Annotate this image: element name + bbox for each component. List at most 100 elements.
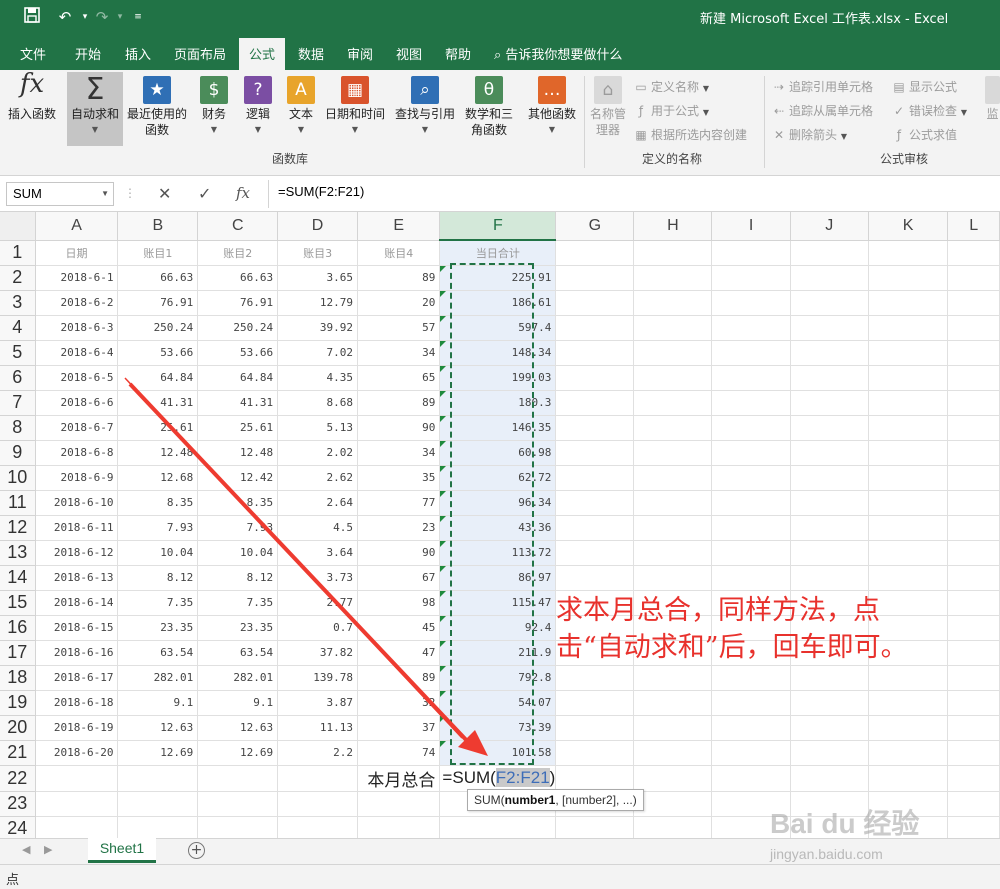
header-cell[interactable]: 账目2 — [197, 240, 279, 266]
table-cell[interactable]: 23.35 — [117, 615, 199, 641]
empty-cell[interactable] — [35, 791, 119, 817]
save-icon[interactable] — [22, 7, 42, 27]
table-cell[interactable]: 9.1 — [197, 690, 279, 716]
row-header[interactable]: 5 — [0, 340, 36, 366]
table-cell[interactable]: 7.35 — [117, 590, 199, 616]
enter-icon[interactable]: ✓ — [198, 184, 211, 203]
empty-cell[interactable] — [868, 540, 949, 566]
table-cell[interactable]: 113.72 — [439, 540, 557, 566]
empty-cell[interactable] — [711, 565, 791, 591]
empty-cell[interactable] — [790, 340, 869, 366]
evaluate-formula-button[interactable]: ƒ 公式求值 — [892, 126, 957, 143]
table-cell[interactable]: 2018-6-17 — [35, 665, 119, 691]
row-header[interactable]: 16 — [0, 615, 36, 641]
table-cell[interactable]: 12.69 — [197, 740, 279, 766]
table-cell[interactable]: 2018-6-16 — [35, 640, 119, 666]
use-in-formula-button[interactable]: ƒ 用于公式 ▼ — [634, 102, 709, 119]
empty-cell[interactable] — [711, 265, 791, 291]
table-cell[interactable]: 66.63 — [197, 265, 279, 291]
financial-button[interactable]: $ 财务 ▼ — [196, 76, 232, 138]
empty-cell[interactable] — [947, 690, 1000, 716]
table-cell[interactable]: 12.48 — [197, 440, 279, 466]
table-cell[interactable]: 86.97 — [439, 565, 557, 591]
empty-cell[interactable] — [711, 240, 791, 266]
row-header[interactable]: 20 — [0, 715, 36, 741]
empty-cell[interactable] — [790, 240, 869, 266]
tab-formulas[interactable]: 公式 — [239, 38, 286, 70]
empty-cell[interactable] — [633, 816, 713, 838]
row-header[interactable]: 1 — [0, 240, 36, 266]
empty-cell[interactable] — [555, 490, 635, 516]
empty-cell[interactable] — [555, 415, 635, 441]
empty-cell[interactable] — [868, 515, 949, 541]
empty-cell[interactable] — [555, 665, 635, 691]
editing-cell[interactable]: =SUM(F2:F21) — [439, 765, 557, 792]
table-cell[interactable]: 2018-6-20 — [35, 740, 119, 766]
empty-cell[interactable] — [197, 816, 279, 838]
empty-cell[interactable] — [633, 490, 713, 516]
empty-cell[interactable] — [633, 440, 713, 466]
empty-cell[interactable] — [947, 765, 1000, 792]
empty-cell[interactable] — [633, 415, 713, 441]
table-cell[interactable]: 10.04 — [197, 540, 279, 566]
table-cell[interactable]: 66.63 — [117, 265, 199, 291]
empty-cell[interactable] — [633, 390, 713, 416]
table-cell[interactable]: 60.98 — [439, 440, 557, 466]
table-cell[interactable]: 23.35 — [197, 615, 279, 641]
empty-cell[interactable] — [947, 365, 1000, 391]
empty-cell[interactable] — [633, 690, 713, 716]
row-header[interactable]: 18 — [0, 665, 36, 691]
table-cell[interactable]: 199.03 — [439, 365, 557, 391]
table-cell[interactable]: 90 — [357, 540, 441, 566]
row-header[interactable]: 11 — [0, 490, 36, 516]
table-cell[interactable]: 76.91 — [117, 290, 199, 316]
table-cell[interactable]: 2018-6-2 — [35, 290, 119, 316]
empty-cell[interactable] — [633, 515, 713, 541]
table-cell[interactable]: 20 — [357, 290, 441, 316]
table-cell[interactable]: 25.61 — [117, 415, 199, 441]
empty-cell[interactable] — [947, 240, 1000, 266]
table-cell[interactable]: 282.01 — [117, 665, 199, 691]
table-cell[interactable]: 35 — [357, 465, 441, 491]
define-name-button[interactable]: ▭ 定义名称 ▼ — [634, 78, 709, 95]
table-cell[interactable]: 45 — [357, 615, 441, 641]
table-cell[interactable]: 101.58 — [439, 740, 557, 766]
empty-cell[interactable] — [868, 440, 949, 466]
text-button[interactable]: A 文本 ▼ — [284, 76, 318, 138]
table-cell[interactable]: 4.35 — [277, 365, 358, 391]
empty-cell[interactable] — [711, 290, 791, 316]
column-header[interactable]: K — [868, 212, 949, 241]
recently-used-button[interactable]: ★ 最近使用的函数 — [124, 76, 190, 138]
table-cell[interactable]: 2018-6-12 — [35, 540, 119, 566]
tab-review[interactable]: 审阅 — [347, 44, 373, 63]
table-cell[interactable]: 146.35 — [439, 415, 557, 441]
empty-cell[interactable] — [868, 415, 949, 441]
empty-cell[interactable] — [947, 590, 1000, 616]
empty-cell[interactable] — [947, 740, 1000, 766]
row-header[interactable]: 15 — [0, 590, 36, 616]
table-cell[interactable]: 65 — [357, 365, 441, 391]
empty-cell[interactable] — [555, 365, 635, 391]
table-cell[interactable]: 8.35 — [197, 490, 279, 516]
formula-input[interactable]: =SUM(F2:F21) — [278, 184, 364, 199]
empty-cell[interactable] — [277, 816, 358, 838]
date-time-button[interactable]: ▦ 日期和时间 ▼ — [322, 76, 388, 138]
table-cell[interactable]: 3.73 — [277, 565, 358, 591]
table-cell[interactable]: 37.82 — [277, 640, 358, 666]
empty-cell[interactable] — [555, 290, 635, 316]
empty-cell[interactable] — [947, 715, 1000, 741]
logical-button[interactable]: ? 逻辑 ▼ — [241, 76, 275, 138]
empty-cell[interactable] — [947, 290, 1000, 316]
table-cell[interactable]: 2018-6-3 — [35, 315, 119, 341]
empty-cell[interactable] — [947, 816, 1000, 838]
table-cell[interactable]: 211.9 — [439, 640, 557, 666]
row-header[interactable]: 10 — [0, 465, 36, 491]
empty-cell[interactable] — [947, 390, 1000, 416]
table-cell[interactable]: 186.61 — [439, 290, 557, 316]
table-cell[interactable]: 12.63 — [117, 715, 199, 741]
empty-cell[interactable] — [633, 290, 713, 316]
table-cell[interactable]: 53.66 — [117, 340, 199, 366]
sheet-tab-sheet1[interactable]: Sheet1 — [88, 838, 156, 863]
show-formulas-button[interactable]: ▤ 显示公式 — [892, 78, 957, 95]
table-cell[interactable]: 63.54 — [197, 640, 279, 666]
